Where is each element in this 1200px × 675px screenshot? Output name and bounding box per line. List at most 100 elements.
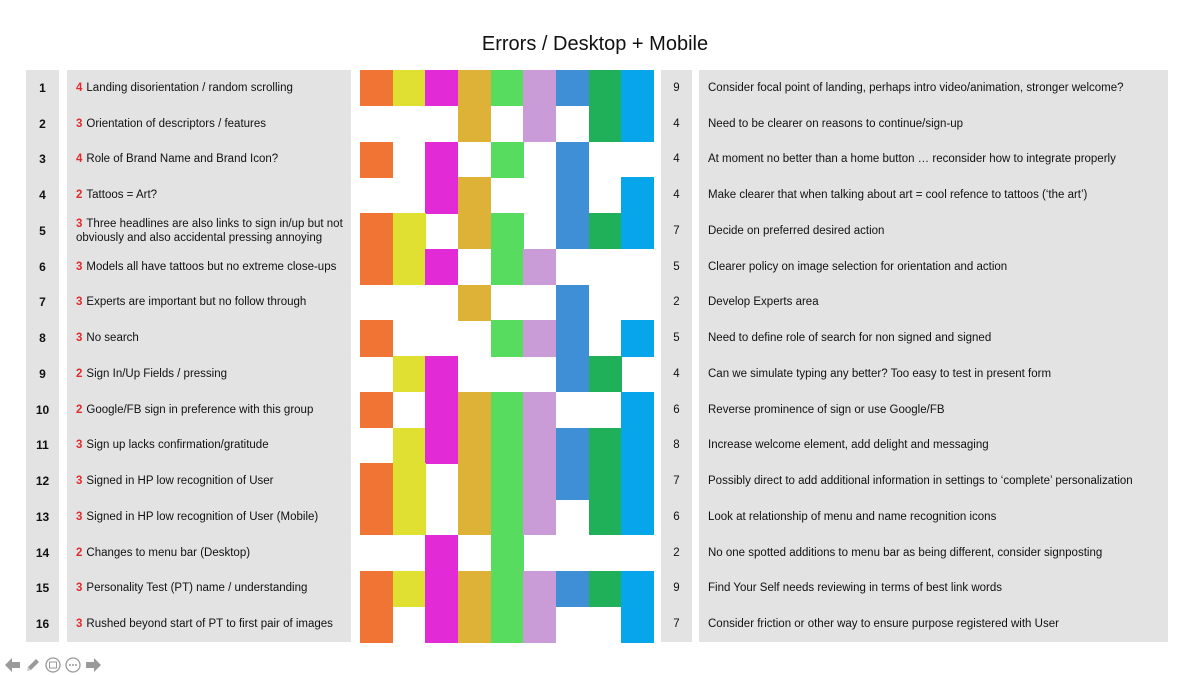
severity-value: 3 [76, 439, 83, 452]
matrix-cell [621, 606, 655, 643]
error-description-column: 4 Landing disorientation / random scrolli… [67, 70, 351, 642]
score-value: 6 [673, 403, 680, 416]
row-number: 8 [39, 331, 46, 346]
row-number: 14 [35, 545, 50, 560]
matrix-cell [490, 463, 524, 500]
matrix-cell [621, 570, 655, 607]
matrix-cell [490, 499, 524, 536]
score-value: 6 [673, 510, 680, 523]
score-value: 7 [673, 475, 680, 488]
matrix-cell [360, 248, 394, 285]
matrix-cell [360, 70, 394, 107]
matrix-cell [458, 284, 492, 321]
matrix-cell [556, 141, 590, 178]
matrix-cell [523, 248, 557, 285]
matrix-cell [458, 70, 492, 107]
arrow-left-icon[interactable] [3, 656, 23, 674]
action-item: Consider friction or other way to ensure… [708, 618, 1059, 631]
severity-value: 2 [76, 403, 83, 416]
arrow-right-icon[interactable] [83, 656, 103, 674]
row-number: 15 [35, 581, 50, 596]
matrix-cell [556, 356, 590, 393]
action-item: At moment no better than a home button …… [708, 153, 1116, 166]
row-number: 10 [35, 402, 50, 417]
score-value: 4 [673, 153, 680, 166]
matrix-cell [490, 534, 524, 571]
matrix-cell [360, 606, 394, 643]
score-value: 5 [673, 332, 680, 345]
error-item: 2 Tattoos = Art? [67, 177, 351, 213]
matrix-cell [490, 391, 524, 428]
matrix-cell [490, 213, 524, 250]
severity-value: 3 [76, 117, 83, 130]
matrix-cell [458, 391, 492, 428]
severity-value: 3 [76, 510, 83, 523]
matrix-cell [458, 570, 492, 607]
row-number: 2 [39, 116, 46, 131]
error-text: Signed in HP low recognition of User [86, 475, 274, 488]
action-item: Reverse prominence of sign or use Google… [708, 403, 945, 416]
matrix-cell [490, 248, 524, 285]
matrix-cell [588, 499, 622, 536]
error-text: Models all have tattoos but no extreme c… [86, 260, 337, 273]
matrix-cell [392, 570, 426, 607]
error-text: Experts are important but no follow thro… [86, 296, 307, 309]
matrix-cell [425, 70, 459, 107]
severity-value: 3 [76, 582, 83, 595]
matrix-cell [425, 248, 459, 285]
matrix-cell [490, 606, 524, 643]
error-item: 3 Sign up lacks confirmation/gratitude [67, 428, 351, 464]
matrix-cell [490, 427, 524, 464]
row-number: 12 [35, 474, 50, 489]
matrix-cell [458, 606, 492, 643]
matrix-cell [621, 320, 655, 357]
matrix-cell [588, 463, 622, 500]
matrix-cell [458, 499, 492, 536]
matrix-cell [523, 606, 557, 643]
matrix-cell [523, 391, 557, 428]
matrix-cell [588, 427, 622, 464]
matrix-cell [425, 141, 459, 178]
action-item: Decide on preferred desired action [708, 224, 885, 237]
matrix-cell [458, 463, 492, 500]
matrix-cell [621, 499, 655, 536]
error-item: 3 Models all have tattoos but no extreme … [67, 249, 351, 285]
matrix-cell [360, 570, 394, 607]
slides-icon[interactable] [43, 656, 63, 674]
matrix-cell [425, 356, 459, 393]
row-number: 5 [39, 223, 46, 238]
matrix-cell [360, 141, 394, 178]
error-text: No search [86, 332, 139, 345]
matrix-cell [523, 320, 557, 357]
matrix-cell [621, 391, 655, 428]
matrix-cell [588, 570, 622, 607]
matrix-cell [523, 427, 557, 464]
more-icon[interactable] [63, 656, 83, 674]
recommended-action-column: Consider focal point of landing, perhaps… [699, 70, 1168, 642]
action-item: Make clearer that when talking about art… [708, 189, 1088, 202]
pencil-icon[interactable] [23, 656, 43, 674]
matrix-cell [425, 177, 459, 214]
row-number: 11 [36, 438, 49, 453]
matrix-cell [621, 463, 655, 500]
score-value: 7 [673, 224, 680, 237]
severity-value: 2 [76, 367, 83, 380]
matrix-cell [556, 70, 590, 107]
severity-value: 4 [76, 81, 83, 94]
action-item: No one spotted additions to menu bar as … [708, 546, 1103, 559]
error-text: Landing disorientation / random scrollin… [86, 81, 293, 94]
matrix-cell [425, 570, 459, 607]
row-number-column: 1 2 3 4 5 6 7 8 9 10 11 12 13 14 15 16 [26, 70, 59, 642]
error-item: 4 Role of Brand Name and Brand Icon? [67, 142, 351, 178]
error-text: Google/FB sign in preference with this g… [86, 403, 314, 416]
score-value: 9 [673, 582, 680, 595]
error-item: 2 Google/FB sign in preference with this … [67, 392, 351, 428]
matrix-cell [425, 534, 459, 571]
error-text: Role of Brand Name and Brand Icon? [86, 153, 279, 166]
matrix-cell [523, 70, 557, 107]
matrix-cell [360, 320, 394, 357]
matrix-cell [556, 570, 590, 607]
matrix-cell [490, 320, 524, 357]
matrix-cell [523, 105, 557, 142]
matrix-cell [458, 105, 492, 142]
